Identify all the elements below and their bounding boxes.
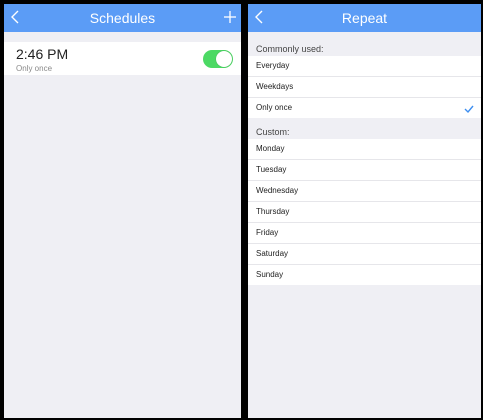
page-title: Repeat: [341, 10, 388, 26]
common-section-header: Commonly used:: [256, 44, 324, 54]
schedules-navbar: Schedules: [4, 4, 241, 32]
repeat-navbar: Repeat: [248, 4, 481, 32]
option-tuesday[interactable]: Tuesday: [248, 160, 481, 181]
option-label: Tuesday: [256, 165, 287, 174]
schedule-repeat-label: Only once: [16, 64, 53, 73]
option-label: Wednesday: [256, 186, 299, 195]
custom-section-header: Custom:: [256, 127, 290, 137]
custom-options-list: Monday Tuesday Wednesday Thursday Friday…: [248, 139, 481, 285]
schedule-item[interactable]: 2:46 PM Only once: [4, 42, 241, 75]
schedule-toggle[interactable]: [203, 50, 233, 68]
toggle-knob: [216, 51, 232, 67]
option-monday[interactable]: Monday: [248, 139, 481, 160]
option-only-once[interactable]: Only once: [248, 98, 481, 118]
option-label: Monday: [256, 144, 285, 153]
checkmark-icon: [463, 102, 475, 114]
page-title: Schedules: [89, 10, 156, 26]
option-label: Weekdays: [256, 82, 294, 91]
option-label: Saturday: [256, 249, 289, 258]
option-thursday[interactable]: Thursday: [248, 202, 481, 223]
schedule-time: 2:46 PM: [16, 46, 69, 62]
repeat-screen: Repeat Commonly used: Everyday Weekdays …: [248, 4, 481, 418]
add-icon[interactable]: [221, 6, 239, 28]
option-sunday[interactable]: Sunday: [248, 265, 481, 285]
common-options-list: Everyday Weekdays Only once: [248, 56, 481, 118]
option-label: Sunday: [256, 270, 284, 279]
option-label: Only once: [256, 103, 293, 112]
option-weekdays[interactable]: Weekdays: [248, 77, 481, 98]
option-saturday[interactable]: Saturday: [248, 244, 481, 265]
option-label: Everyday: [256, 61, 290, 70]
option-friday[interactable]: Friday: [248, 223, 481, 244]
option-everyday[interactable]: Everyday: [248, 56, 481, 77]
schedules-screen: Schedules 2:46 PM Only once: [4, 4, 241, 418]
option-label: Thursday: [256, 207, 290, 216]
option-wednesday[interactable]: Wednesday: [248, 181, 481, 202]
option-label: Friday: [256, 228, 279, 237]
